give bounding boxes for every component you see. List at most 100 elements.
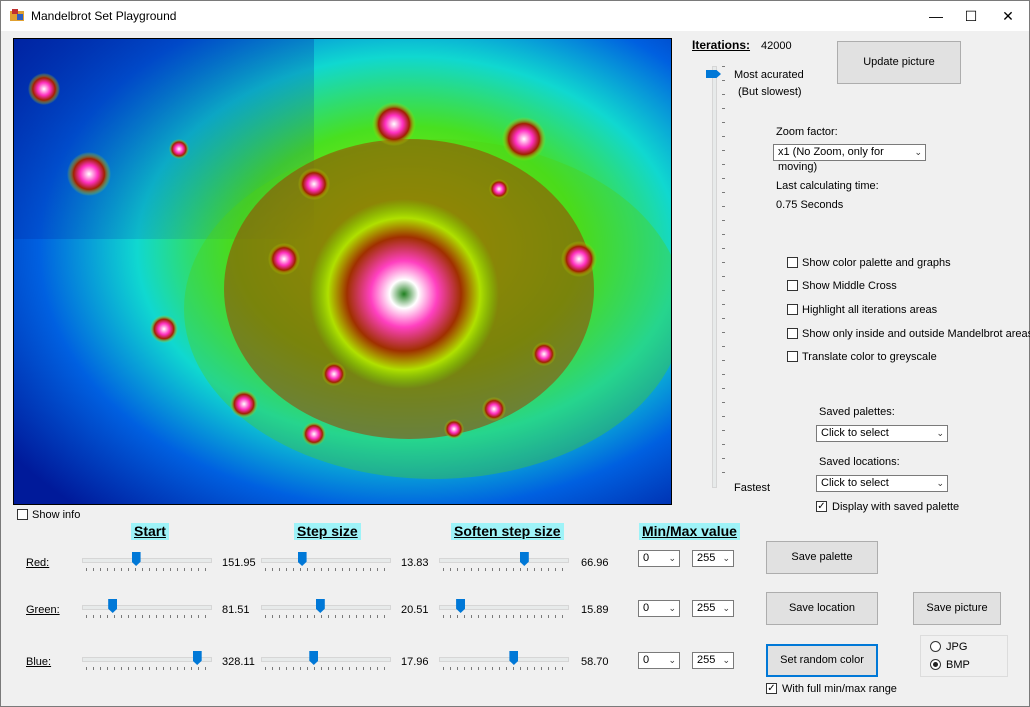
saved-palettes-value: Click to select: [821, 427, 889, 439]
blue-step-thumb[interactable]: [309, 651, 319, 665]
blue-soften-thumb[interactable]: [509, 651, 519, 665]
green-soften-thumb[interactable]: [456, 599, 466, 613]
red-max-dropdown[interactable]: 255 ⌄: [692, 550, 734, 567]
update-picture-button[interactable]: Update picture: [837, 41, 961, 84]
saved-locations-dropdown[interactable]: Click to select ⌄: [816, 475, 948, 492]
blue-max-value: 255: [697, 654, 716, 666]
jpg-radio[interactable]: [930, 641, 941, 652]
saved-palettes-dropdown[interactable]: Click to select ⌄: [816, 425, 948, 442]
saved-locations-value: Click to select: [821, 477, 889, 489]
green-row-label: Green:: [26, 604, 60, 616]
chevron-down-icon: ⌄: [722, 553, 730, 563]
set-random-color-button[interactable]: Set random color: [766, 644, 878, 677]
window-title: Mandelbrot Set Playground: [31, 9, 177, 23]
show-palette-label: Show color palette and graphs: [802, 257, 951, 269]
fastest-label: Fastest: [734, 482, 771, 494]
red-start-slider[interactable]: [82, 552, 212, 572]
zoom-factor-label: Zoom factor:: [776, 126, 838, 138]
iterations-slider-thumb[interactable]: [706, 70, 721, 78]
blue-row-label: Blue:: [26, 656, 52, 668]
iterations-label: Iterations:: [692, 38, 751, 52]
blue-start-slider[interactable]: [82, 651, 212, 671]
chevron-down-icon: ⌄: [668, 553, 676, 563]
blue-start-thumb[interactable]: [192, 651, 202, 665]
display-saved-palette-checkbox[interactable]: ✓: [816, 501, 827, 512]
green-start-thumb[interactable]: [108, 599, 118, 613]
red-start-thumb[interactable]: [131, 552, 141, 566]
blue-step-slider[interactable]: [261, 651, 391, 671]
blue-step-value: 17.96: [401, 656, 429, 668]
green-step-slider[interactable]: [261, 599, 391, 619]
most-accurate-label: Most acurated: [734, 69, 804, 81]
red-min-dropdown[interactable]: 0 ⌄: [638, 550, 680, 567]
step-size-header: Step size: [294, 523, 361, 540]
blue-soften-value: 58.70: [581, 656, 609, 668]
min-max-header: Min/Max value: [639, 523, 740, 540]
green-step-value: 20.51: [401, 604, 429, 616]
full-range-checkbox[interactable]: ✓: [766, 683, 777, 694]
mandelbrot-picture[interactable]: [13, 38, 672, 505]
app-icon: [10, 9, 24, 21]
green-max-dropdown[interactable]: 255 ⌄: [692, 600, 734, 617]
red-row-label: Red:: [26, 557, 50, 569]
blue-max-dropdown[interactable]: 255 ⌄: [692, 652, 734, 669]
green-min-dropdown[interactable]: 0 ⌄: [638, 600, 680, 617]
red-max-value: 255: [697, 552, 716, 564]
show-middle-cross-label: Show Middle Cross: [802, 280, 897, 292]
fractal-image: [14, 39, 671, 504]
green-soften-value: 15.89: [581, 604, 609, 616]
red-start-value: 151.95: [222, 557, 256, 569]
iterations-value: 42000: [761, 40, 792, 52]
app-window: Mandelbrot Set Playground — ☐ ✕ Show inf…: [0, 0, 1030, 707]
chevron-down-icon: ⌄: [668, 603, 676, 613]
chevron-down-icon: ⌄: [722, 603, 730, 613]
show-info-checkbox[interactable]: [17, 509, 28, 520]
red-step-slider[interactable]: [261, 552, 391, 572]
green-start-value: 81.51: [222, 604, 250, 616]
close-button[interactable]: ✕: [985, 1, 1030, 31]
iterations-slider-ticks: [722, 66, 725, 486]
green-soften-slider[interactable]: [439, 599, 569, 619]
inside-outside-label: Show only inside and outside Mandelbrot …: [802, 328, 1030, 340]
saved-palettes-label: Saved palettes:: [819, 406, 895, 418]
soften-step-header: Soften step size: [451, 523, 564, 540]
chevron-down-icon: ⌄: [914, 147, 922, 157]
title-bar: Mandelbrot Set Playground — ☐ ✕: [1, 1, 1029, 31]
save-picture-button[interactable]: Save picture: [913, 592, 1001, 625]
show-middle-cross-checkbox[interactable]: [787, 280, 798, 291]
iterations-slider-track: [712, 66, 717, 488]
show-palette-checkbox[interactable]: [787, 257, 798, 268]
bmp-label: BMP: [946, 659, 970, 671]
calc-time-value: 0.75 Seconds: [776, 199, 844, 211]
start-header: Start: [131, 523, 169, 540]
inside-outside-checkbox[interactable]: [787, 328, 798, 339]
red-step-thumb[interactable]: [297, 552, 307, 566]
red-soften-slider[interactable]: [439, 552, 569, 572]
but-slowest-label: (But slowest): [738, 86, 802, 98]
green-step-thumb[interactable]: [315, 599, 325, 613]
chevron-down-icon: ⌄: [936, 478, 944, 488]
iterations-slider[interactable]: [706, 66, 736, 488]
red-soften-value: 66.96: [581, 557, 609, 569]
green-start-slider[interactable]: [82, 599, 212, 619]
highlight-iterations-label: Highlight all iterations areas: [802, 304, 938, 316]
red-min-value: 0: [643, 552, 650, 564]
greyscale-label: Translate color to greyscale: [802, 351, 937, 363]
green-min-value: 0: [643, 602, 650, 614]
bmp-radio[interactable]: [930, 659, 941, 670]
greyscale-checkbox[interactable]: [787, 351, 798, 362]
blue-min-value: 0: [643, 654, 650, 666]
show-info-label: Show info: [32, 509, 81, 521]
full-range-label: With full min/max range: [782, 683, 897, 695]
red-step-value: 13.83: [401, 557, 429, 569]
highlight-iterations-checkbox[interactable]: [787, 304, 798, 315]
chevron-down-icon: ⌄: [936, 428, 944, 438]
save-location-button[interactable]: Save location: [766, 592, 878, 625]
zoom-factor-dropdown[interactable]: x1 (No Zoom, only for moving) ⌄: [773, 144, 926, 173]
red-soften-thumb[interactable]: [519, 552, 529, 566]
blue-soften-slider[interactable]: [439, 651, 569, 671]
chevron-down-icon: ⌄: [668, 655, 676, 665]
jpg-label: JPG: [946, 641, 968, 653]
save-palette-button[interactable]: Save palette: [766, 541, 878, 574]
blue-min-dropdown[interactable]: 0 ⌄: [638, 652, 680, 669]
